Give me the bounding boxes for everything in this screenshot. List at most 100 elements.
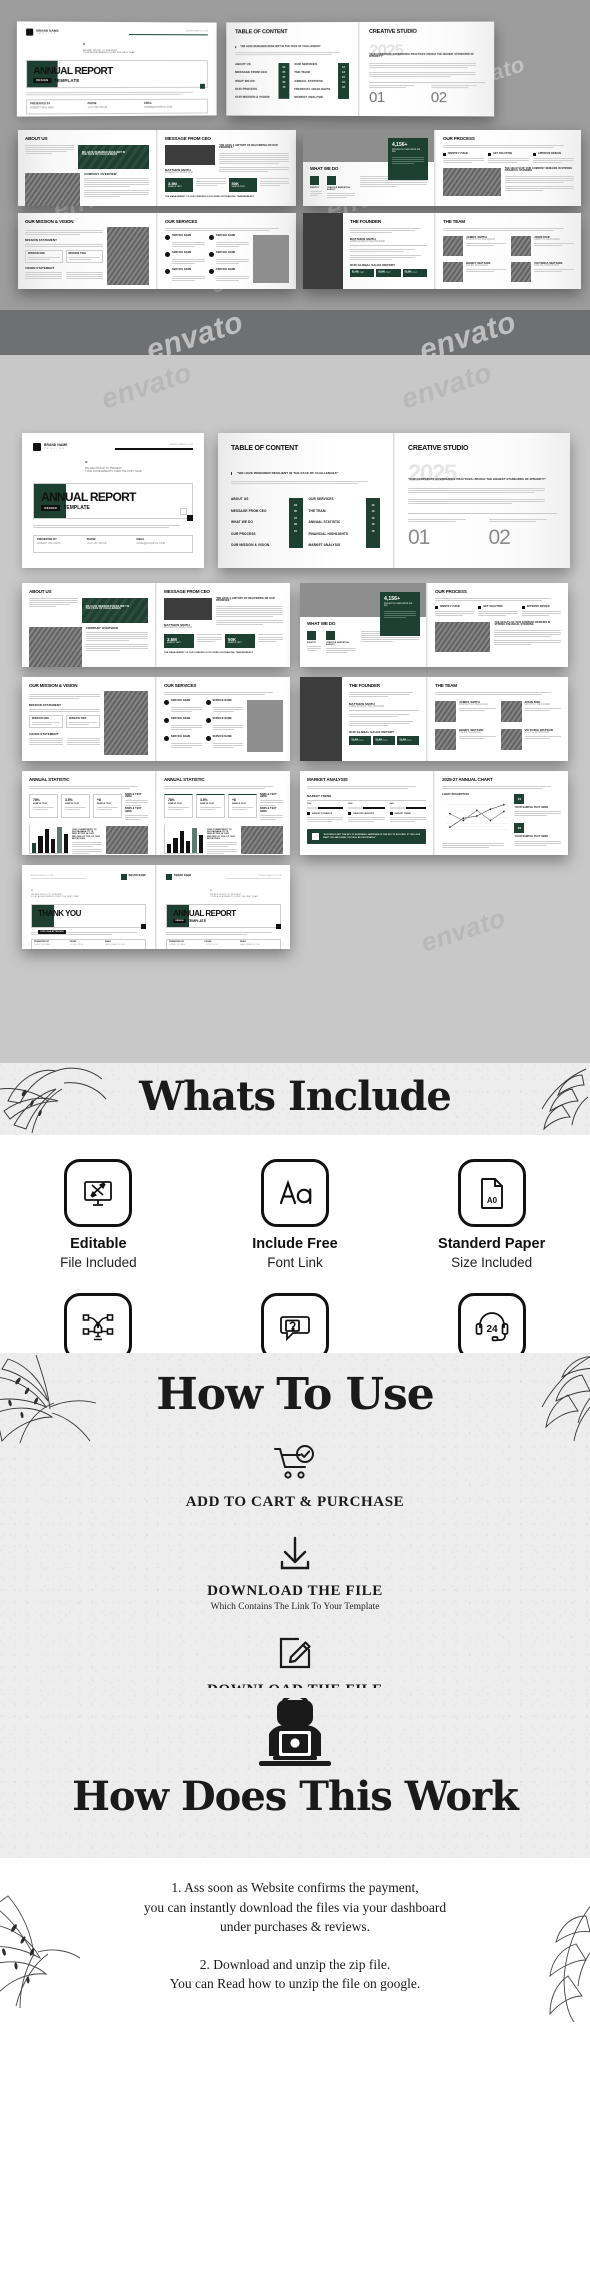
kpi-value: 3.5%	[64, 797, 73, 802]
toc-page-number: 16	[371, 523, 375, 527]
toc-item: OUR PROCESS	[235, 86, 258, 91]
instructions-line: 1. Ass soon as Website confirms the paym…	[171, 1880, 419, 1895]
toc-page-number: 12	[342, 66, 345, 70]
cover-badge: DESIGN	[33, 78, 52, 84]
toc-title: TABLE OF CONTENT	[231, 445, 299, 452]
toc-item: FINANCIAL HIGHLIGHTS	[308, 531, 349, 536]
toc-page-number: 10	[282, 85, 286, 89]
divider-band: envato envato	[0, 310, 590, 355]
toc-item: MESSAGE FROM CEO	[231, 508, 267, 513]
how-to-use-heading: How To Use	[156, 1369, 435, 1420]
cover-field-label: EMAIL	[136, 537, 145, 541]
toc-item: FINANCIAL HIGHLIGHTS	[294, 86, 331, 91]
flat-spread-about: ABOUT US WE HAVE REMAINED RESILIENT IN TH…	[22, 583, 290, 667]
kpi-value: +8	[231, 797, 236, 802]
watermark: envato	[97, 356, 196, 415]
cover-badge: DESIGN	[41, 504, 61, 512]
pencil-edit-icon	[279, 1637, 311, 1669]
product-preview-page: envato envato envato envato Brand Name T…	[0, 0, 590, 2282]
stats-side-label: SIMPLE TEXT HERE	[124, 792, 142, 799]
spread-title: OUR MISSION & VISION	[29, 683, 78, 688]
watermark: envato	[142, 310, 248, 355]
whats-include-features: Editable File Included Include Free Font…	[0, 1135, 590, 1353]
spread-title: MARKET ANALYSIS	[307, 777, 348, 782]
studio-stat: 01	[369, 89, 385, 107]
feature-subtitle: File Included	[60, 1254, 137, 1270]
vector-pen-tool-icon	[64, 1292, 133, 1353]
toc-pull-quote: "WE HAVE REMAINED RESILIENT IN THE FACE …	[237, 471, 339, 475]
instructions-paragraph-2: 2. Download and unzip the zip file. You …	[0, 1955, 590, 1994]
instructions-line: you can instantly download the files via…	[143, 1899, 447, 1915]
feature-free-extra-icon: Free Extra Icon Included	[0, 1292, 197, 1353]
toc-page-number: 10	[293, 529, 298, 533]
toc-page-number: 15	[342, 76, 345, 80]
instructions-line: 2. Download and unzip the zip file.	[199, 1956, 391, 1972]
website-url: www.example.com	[186, 30, 208, 33]
spread-title: ANNUAL STATISTIC	[29, 777, 70, 782]
website-url: www.example.com	[169, 444, 193, 447]
toc-item: MESSAGE FROM CEO	[235, 70, 268, 75]
toc-page-number: 18	[342, 85, 345, 89]
team-member-role: Graphic Designer	[524, 702, 551, 706]
spread-title: OUR SERVICES	[164, 683, 197, 688]
cover-field-value: Robert Williams	[30, 106, 55, 110]
brand-tagline: T A G L I N E	[36, 32, 56, 35]
market-bar-label: MARKET TREND	[394, 812, 411, 815]
instructions-line: under purchases & reviews.	[220, 1919, 370, 1935]
kpi-label: SAMPLE TEXT	[231, 803, 247, 806]
team-member-role: Sales Manager	[459, 730, 481, 734]
cover-field-value: Robert Williams	[37, 541, 61, 545]
watermark: envato	[417, 902, 510, 958]
founder-role: Chief Executive Officer	[350, 239, 385, 243]
toc-page-number: 05	[293, 510, 298, 514]
spread-title: MESSAGE FROM CEO	[164, 589, 210, 594]
founder-report-title: OUR GLOBAL SALES REPORT	[350, 262, 395, 267]
step-subtitle: Which Contains The Link To Your Template	[210, 1602, 380, 1612]
feature-subtitle: Font Link	[267, 1254, 323, 1270]
toc-page-number: 04	[293, 503, 298, 507]
toc-item: OUR SERVICES	[294, 62, 318, 67]
flat-spread-team: THE FOUNDER MATTHEW SMITH Chief Executiv…	[300, 677, 568, 761]
cover-subtitle: TEMPLATE	[187, 919, 206, 924]
ceo-role: Managing Director	[165, 170, 193, 174]
toc-item: OUR MISSION & VISION	[235, 94, 270, 99]
cover-field-value: name@example.com	[136, 541, 165, 545]
toc-item: OUR MISSION & VISION	[231, 543, 270, 548]
flat-spread-thankyou: www.example.com Brand Name T A G L I N E …	[22, 865, 290, 949]
market-trend-title: MARKET TREND	[307, 793, 332, 798]
team-member-role: Marketing Manager	[466, 237, 495, 241]
website-url: www.example.com	[258, 874, 281, 877]
step-add-to-cart: ADD TO CART & PURCHASE	[0, 1443, 590, 1511]
whatwedo-stat-label: PROJECTS COMPLETED WE DID	[392, 149, 421, 154]
quote-mark: “	[210, 889, 212, 893]
thankyou-title: THANK YOU	[38, 909, 81, 919]
cover-field-label: PHONE	[86, 537, 96, 541]
feature-title: Include Free	[252, 1236, 338, 1252]
spread-title: THE TEAM	[443, 219, 465, 224]
market-bar-pct: 60%	[389, 803, 394, 806]
stats-side-label: SIMPLE TEXT HERE	[259, 807, 277, 814]
instructions-paragraph-1: 1. Ass soon as Website confirms the paym…	[0, 1878, 590, 1937]
feature-title: Standerd Paper	[438, 1236, 546, 1252]
spread-title: OUR PROCESS	[435, 589, 467, 594]
studio-pull-quote: "OUR CORPORATE GOVERNANCE PRACTICES UPHO…	[408, 478, 547, 481]
flat-cover-page: Brand Name T A G L I N E www.example.com…	[22, 433, 204, 568]
brand-tagline: T A G L I N E	[174, 877, 190, 879]
spread-title: MESSAGE FROM CEO	[165, 136, 211, 141]
quote-mark: “	[82, 42, 86, 49]
instructions-line: You can Read how to unzip the file on go…	[169, 1976, 421, 1992]
founder-report-title: OUR GLOBAL SALES REPORT	[349, 729, 394, 734]
instructions-footer: 1. Ass soon as Website confirms the paym…	[0, 1858, 590, 2022]
toc-page-number: 07	[293, 516, 298, 520]
paper-size-a0-icon: A0	[457, 1159, 526, 1227]
studio-title: CREATIVE STUDIO	[369, 28, 417, 35]
kpi-label: SAMPLE TEXT	[96, 803, 112, 806]
team-member-role: Marketing Manager	[459, 702, 488, 706]
studio-stat: 02	[430, 89, 447, 107]
market-bar-label: MARKET DYNAMICS	[312, 812, 333, 815]
whatwedo-stat-label: PROJECTS COMPLETED WE DID	[384, 603, 413, 608]
feature-faq: FAQ With Instruction File	[197, 1292, 394, 1353]
svg-text:A0: A0	[487, 1196, 498, 1205]
spread-title: ABOUT US	[25, 136, 48, 141]
toc-item: MARKET ANALYSIS	[294, 94, 324, 99]
